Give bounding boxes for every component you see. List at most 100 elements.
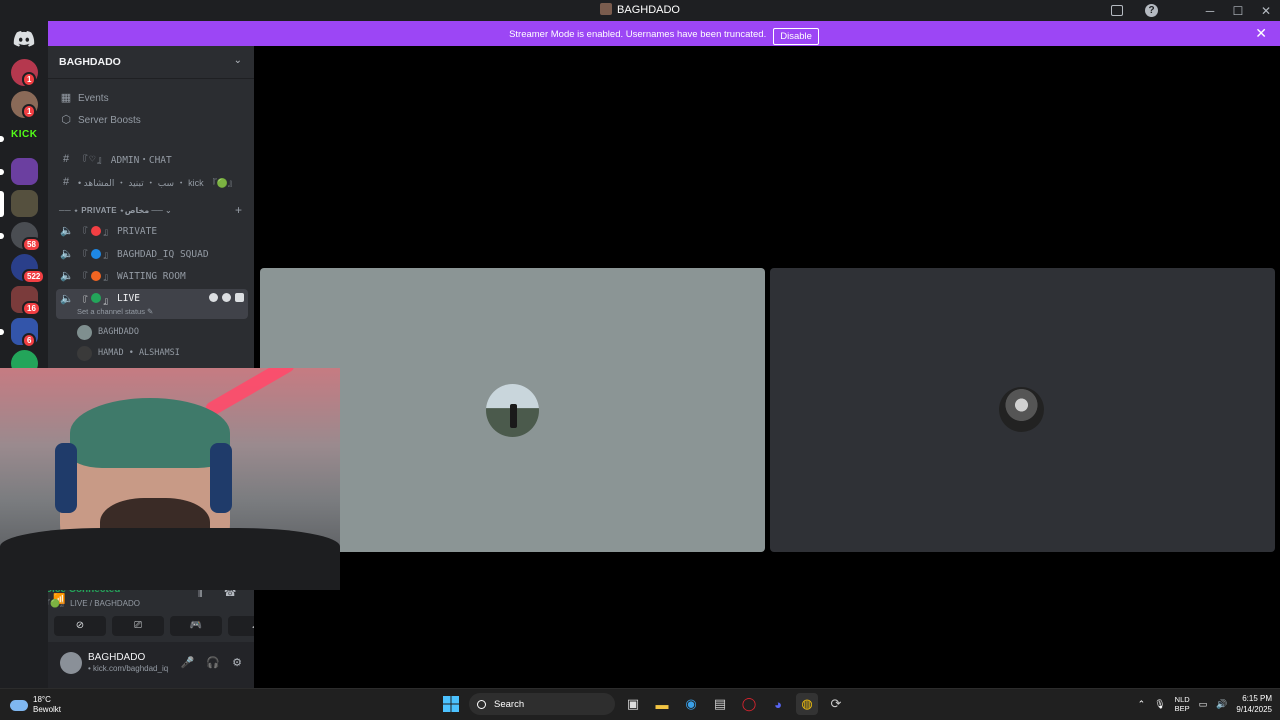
windows-logo-icon [443,696,459,712]
chrome-icon[interactable]: ◍ [796,693,818,715]
channel-label: BAGHDAD_IQ SQUAD [117,248,209,260]
add-channel-icon[interactable]: + [235,203,242,217]
unread-pill [0,169,4,175]
status-dot [90,249,101,259]
banner-message: Streamer Mode is enabled. Usernames have… [509,29,767,40]
voice-member[interactable]: HAMAD • ALSHAMSI [77,344,180,362]
nav-label: Server Boosts [78,114,141,126]
edge-icon[interactable]: ◉ [680,693,702,715]
minimize-button[interactable]: ─ [1196,4,1224,18]
cloud-icon [10,699,28,711]
headphones-icon[interactable]: 🎧 [206,656,220,669]
nav-server-boosts[interactable]: ⬡ Server Boosts [56,110,248,130]
bracket: 』 [97,155,107,166]
participant-tile-2[interactable] [770,268,1275,552]
activity-button[interactable]: 🎮 [170,616,222,636]
volume-icon[interactable]: 🔊 [1216,699,1227,710]
voice-channel-private[interactable]: 🔈 『 』 PRIVATE [56,221,248,241]
lang-top: NLD [1174,695,1190,704]
display-icon[interactable]: ▭ [1199,699,1208,710]
hash-icon: # [62,176,70,188]
voice-channel-path[interactable]: 『🟢』 LIVE / BAGHDADO [48,598,140,609]
voice-channel-waiting-room[interactable]: 🔈 『 』 WAITING ROOM [56,266,248,286]
chevron-up-icon[interactable]: ⌃ [1138,699,1146,710]
user-panel: BAGHDADO • kick.com/baghdad_iq 🎤 🎧 ⚙ [48,642,254,688]
close-window-button[interactable]: ✕ [1252,4,1280,18]
category-label: ── ⋆ PRIVATE ⋆مخاص ── [59,206,163,215]
chat-icon[interactable] [209,293,218,302]
user-name[interactable]: BAGHDADO [88,652,145,663]
member-name: BAGHDADO [98,327,139,337]
clock-time: 6:15 PM [1242,694,1272,703]
task-view-icon[interactable]: ▣ [622,693,644,715]
voice-channel-squad[interactable]: 🔈 『 』 BAGHDAD_IQ SQUAD [56,244,248,264]
search-placeholder: Search [494,698,525,710]
server-thumbnail-icon [600,3,613,15]
channel-label: LIVE [117,293,140,304]
disable-streamer-mode-button[interactable]: Disable [773,28,819,45]
channel-status-hint[interactable]: Set a channel status ✎ [77,307,153,316]
status-dot [90,271,101,281]
invite-icon[interactable] [222,293,231,302]
channel-label: • سب ・ تبنيد ・ المشاهد ・ kick [78,177,204,188]
camera-off-button[interactable]: ⊘ [54,616,106,636]
channel-label: ADMIN・CHAT [110,155,172,166]
inbox-icon[interactable] [1111,5,1123,16]
soundboard-button[interactable]: ♪ [228,616,254,636]
gear-icon[interactable]: ⚙ [232,656,242,669]
discord-home-icon[interactable] [13,31,35,47]
server-icon-baghdado[interactable] [11,190,38,217]
server-icon-purple[interactable] [11,158,38,185]
store-icon[interactable]: ▤ [709,693,731,715]
calendar-icon: ▦ [60,92,72,104]
bracket: 』 [103,272,114,283]
app-icon[interactable]: ⟳ [825,693,847,715]
speaker-icon: 🔈 [60,225,74,237]
chevron-down-icon[interactable]: ⌄ [234,55,242,66]
server-kick[interactable]: KICK [11,129,37,140]
screen-share-button[interactable]: ⎚ [112,616,164,636]
title-bar: BAGHDADO ? ─ ☐ ✕ [0,0,1280,21]
weather-widget[interactable]: 18°C Bewolkt [10,695,61,715]
member-name: HAMAD • ALSHAMSI [98,348,180,358]
avatar [77,345,92,361]
server-name[interactable]: BAGHDADO [59,56,121,68]
microphone-icon[interactable]: 🎙 [1154,699,1165,710]
maximize-button[interactable]: ☐ [1224,4,1252,18]
bracket: 『 [78,272,88,283]
start-button[interactable] [440,693,462,715]
category-private[interactable]: ── ⋆ PRIVATE ⋆مخاص ── ⌄ [59,206,172,215]
mention-badge: 1 [22,72,37,87]
bracket: 』 [103,250,114,261]
file-explorer-icon[interactable]: ▬ [651,693,673,715]
gear-icon[interactable] [235,293,244,302]
avatar[interactable] [60,652,82,674]
mention-badge: 58 [22,237,41,252]
webcam-overlay [0,368,340,590]
nav-label: Events [78,92,109,104]
mention-badge: 16 [22,301,41,316]
help-icon[interactable]: ? [1145,4,1158,17]
selected-pill [0,191,4,217]
language-indicator[interactable]: NLD BEP [1175,695,1190,713]
status-dot [90,226,101,236]
bracket: 『 [78,250,88,261]
clock[interactable]: 6:15 PM 9/14/2025 [1236,693,1272,715]
discord-taskbar-icon[interactable]: ◕ [767,693,789,715]
bracket: 』 [103,296,114,307]
bracket: 』 [103,227,114,238]
opera-icon[interactable]: ◯ [738,693,760,715]
channel-label: WAITING ROOM [117,270,186,282]
nav-events[interactable]: ▦ Events [56,88,248,108]
microphone-icon[interactable]: 🎤 [181,656,195,669]
speaker-icon: 🔈 [60,293,74,305]
bracket: 『 [78,296,88,307]
taskbar-search[interactable]: Search [469,693,615,715]
speaker-icon: 🔈 [60,248,74,260]
channel-emoji: 『🟢』 [207,177,237,188]
channel-admin-chat[interactable]: # 『♡』 ADMIN・CHAT [56,149,248,169]
channel-kick[interactable]: # • سب ・ تبنيد ・ المشاهد ・ kick 『🟢』 [56,172,248,192]
voice-member[interactable]: BAGHDADO [77,323,139,341]
close-icon[interactable]: ✕ [1255,25,1267,42]
windows-taskbar: 18°C Bewolkt Search ▣ ▬ ◉ ▤ ◯ ◕ ◍ ⟳ ⌃ 🎙 N… [0,688,1280,720]
